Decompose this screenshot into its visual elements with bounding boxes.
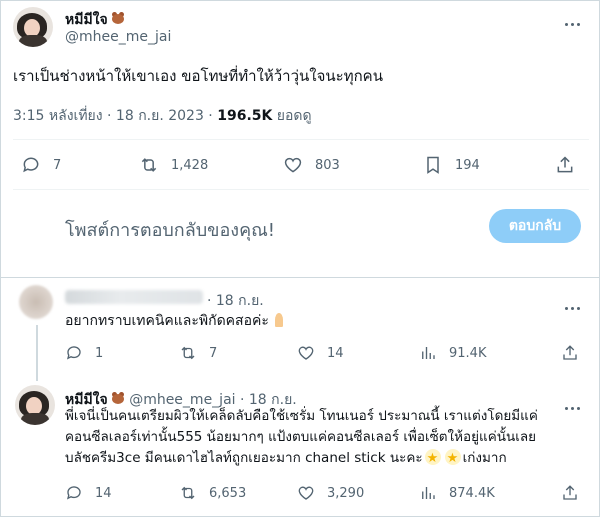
more-options-icon[interactable] xyxy=(565,395,585,410)
share-button[interactable] xyxy=(555,155,575,175)
main-tweet-header: หมีมีใจ @mhee_me_jai xyxy=(13,7,589,51)
retweet-icon xyxy=(141,158,157,172)
bookmark-icon xyxy=(427,156,439,174)
reply-button[interactable]: 1 xyxy=(65,343,103,363)
retweet-button[interactable]: 6,653 xyxy=(179,483,246,503)
more-options-icon[interactable] xyxy=(565,11,585,26)
view-count: 196.5K xyxy=(217,108,273,124)
like-button[interactable]: 3,290 xyxy=(297,483,364,503)
bookmark-button[interactable]: 194 xyxy=(423,155,480,175)
retweet-icon xyxy=(181,486,195,500)
divider xyxy=(13,139,589,140)
submit-reply-button[interactable]: ตอบกลับ xyxy=(489,209,581,243)
avatar[interactable] xyxy=(13,7,53,47)
avatar[interactable] xyxy=(15,385,55,425)
author-name[interactable]: หมีมีใจ xyxy=(65,9,125,31)
reply-composer: โพสต์การตอบกลับของคุณ! ตอบกลับ xyxy=(13,201,589,253)
praying-hands-icon xyxy=(272,313,286,327)
reply-icon xyxy=(23,157,39,173)
divider xyxy=(13,189,589,190)
analytics-icon xyxy=(422,487,435,499)
share-button[interactable] xyxy=(561,483,579,503)
views-button[interactable]: 91.4K xyxy=(419,343,486,363)
bear-icon xyxy=(111,12,125,25)
tweet-timestamp[interactable]: 3:15 หลังเที่ยง · 18 ก.ย. 2023 · xyxy=(13,108,217,124)
bear-icon xyxy=(111,392,125,405)
author-handle[interactable]: @mhee_me_jai xyxy=(65,29,171,45)
reply-button[interactable]: 14 xyxy=(65,483,112,503)
views-button[interactable]: 874.4K xyxy=(419,483,495,503)
reply-input[interactable]: โพสต์การตอบกลับของคุณ! xyxy=(65,215,275,244)
tweet-meta: 3:15 หลังเที่ยง · 18 ก.ย. 2023 · 196.5K … xyxy=(13,105,312,127)
share-button[interactable] xyxy=(561,343,579,363)
share-icon xyxy=(557,156,573,173)
reply-icon xyxy=(66,486,81,500)
retweet-button[interactable]: 1,428 xyxy=(139,155,208,175)
heart-icon xyxy=(298,346,314,360)
view-label: ยอดดู xyxy=(272,108,312,124)
more-options-icon[interactable] xyxy=(565,295,585,310)
tweet-text: เราเป็นช่างหน้าให้เขาเอง ขอโทษที่ทำให้ว้… xyxy=(13,67,383,85)
retweet-icon xyxy=(181,346,195,360)
like-button[interactable]: 14 xyxy=(297,343,344,363)
reply-button[interactable]: 7 xyxy=(21,155,61,175)
share-icon xyxy=(563,345,577,360)
reply-icon xyxy=(66,346,81,360)
star-icon xyxy=(444,448,461,469)
heart-icon xyxy=(284,157,302,173)
thread-line xyxy=(36,325,38,381)
heart-icon xyxy=(298,486,314,500)
divider xyxy=(1,277,600,278)
blurred-avatar[interactable] xyxy=(19,285,53,319)
reply-text: อยากทราบเทคนิคและพิกัดคสอค่ะ xyxy=(65,311,286,332)
analytics-icon xyxy=(422,347,435,359)
reply-text: พี่เจนี่เป็นคนเตรียมผิวให้เคล็ดลับคือใช้… xyxy=(65,406,538,469)
retweet-button[interactable]: 7 xyxy=(179,343,217,363)
tweet-thread: หมีมีใจ @mhee_me_jai เราเป็นช่างหน้าให้เ… xyxy=(0,0,600,517)
reply-timestamp[interactable]: · 18 ก.ย. xyxy=(207,290,264,312)
share-icon xyxy=(563,485,577,500)
like-button[interactable]: 803 xyxy=(283,155,340,175)
star-icon xyxy=(424,448,441,469)
blurred-username xyxy=(65,290,203,304)
